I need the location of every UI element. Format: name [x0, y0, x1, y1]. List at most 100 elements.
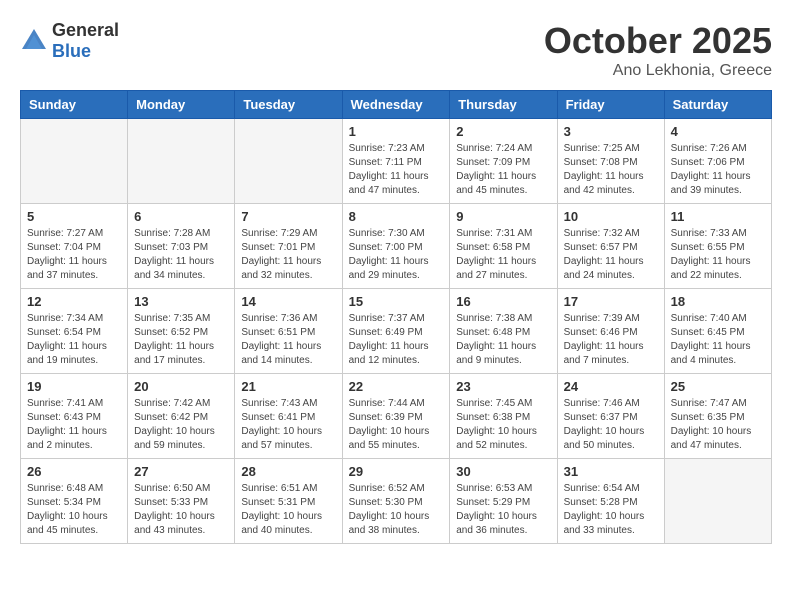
- calendar-day-cell: 8 Sunrise: 7:30 AM Sunset: 7:00 PM Daylig…: [342, 204, 450, 289]
- day-info: Sunrise: 7:36 AM Sunset: 6:51 PM Dayligh…: [241, 312, 335, 368]
- calendar-day-cell: 30 Sunrise: 6:53 AM Sunset: 5:29 PM Dayli…: [450, 459, 557, 544]
- day-number: 6: [134, 209, 228, 224]
- day-info: Sunrise: 7:34 AM Sunset: 6:54 PM Dayligh…: [27, 312, 121, 368]
- calendar-day-cell: [664, 459, 771, 544]
- day-info: Sunrise: 7:33 AM Sunset: 6:55 PM Dayligh…: [671, 227, 765, 283]
- day-number: 21: [241, 379, 335, 394]
- calendar-day-cell: 5Sunrise: 7:27 AM Sunset: 7:04 PM Daylig…: [21, 204, 128, 289]
- calendar-week-row: 12 Sunrise: 7:34 AM Sunset: 6:54 PM Dayli…: [21, 289, 772, 374]
- day-number: 28: [241, 464, 335, 479]
- day-number: 18: [671, 294, 765, 309]
- calendar-day-cell: [235, 119, 342, 204]
- weekday-header: Wednesday: [342, 91, 450, 119]
- calendar-day-cell: 25 Sunrise: 7:47 AM Sunset: 6:35 PM Dayli…: [664, 374, 771, 459]
- weekday-header: Friday: [557, 91, 664, 119]
- day-number: 22: [349, 379, 444, 394]
- day-info: Sunrise: 7:41 AM Sunset: 6:43 PM Dayligh…: [27, 397, 121, 453]
- day-number: 15: [349, 294, 444, 309]
- day-number: 25: [671, 379, 765, 394]
- page-header: General Blue October 2025 Ano Lekhonia, …: [20, 20, 772, 80]
- calendar-week-row: 19 Sunrise: 7:41 AM Sunset: 6:43 PM Dayli…: [21, 374, 772, 459]
- calendar-day-cell: 22 Sunrise: 7:44 AM Sunset: 6:39 PM Dayli…: [342, 374, 450, 459]
- day-number: 17: [564, 294, 658, 309]
- day-number: 26: [27, 464, 121, 479]
- calendar-day-cell: [21, 119, 128, 204]
- day-info: Sunrise: 7:23 AM Sunset: 7:11 PM Dayligh…: [349, 142, 444, 198]
- calendar-day-cell: 13 Sunrise: 7:35 AM Sunset: 6:52 PM Dayli…: [128, 289, 235, 374]
- calendar-day-cell: 28 Sunrise: 6:51 AM Sunset: 5:31 PM Dayli…: [235, 459, 342, 544]
- day-info: Sunrise: 7:31 AM Sunset: 6:58 PM Dayligh…: [456, 227, 550, 283]
- day-info: Sunrise: 7:30 AM Sunset: 7:00 PM Dayligh…: [349, 227, 444, 283]
- logo-icon: [20, 27, 48, 55]
- day-number: 8: [349, 209, 444, 224]
- day-number: 9: [456, 209, 550, 224]
- day-number: 30: [456, 464, 550, 479]
- calendar-day-cell: 7Sunrise: 7:29 AM Sunset: 7:01 PM Daylig…: [235, 204, 342, 289]
- calendar-day-cell: 24 Sunrise: 7:46 AM Sunset: 6:37 PM Dayli…: [557, 374, 664, 459]
- calendar-day-cell: 6Sunrise: 7:28 AM Sunset: 7:03 PM Daylig…: [128, 204, 235, 289]
- day-info: Sunrise: 6:51 AM Sunset: 5:31 PM Dayligh…: [241, 482, 335, 538]
- calendar-week-row: 26 Sunrise: 6:48 AM Sunset: 5:34 PM Dayli…: [21, 459, 772, 544]
- logo-text: General Blue: [52, 20, 119, 62]
- day-number: 5: [27, 209, 121, 224]
- day-number: 14: [241, 294, 335, 309]
- day-number: 23: [456, 379, 550, 394]
- title-block: October 2025 Ano Lekhonia, Greece: [544, 20, 772, 80]
- day-number: 29: [349, 464, 444, 479]
- weekday-header: Monday: [128, 91, 235, 119]
- logo: General Blue: [20, 20, 119, 62]
- calendar-day-cell: 1 Sunrise: 7:23 AM Sunset: 7:11 PM Daylig…: [342, 119, 450, 204]
- calendar-day-cell: 16 Sunrise: 7:38 AM Sunset: 6:48 PM Dayli…: [450, 289, 557, 374]
- day-number: 13: [134, 294, 228, 309]
- day-number: 16: [456, 294, 550, 309]
- day-number: 12: [27, 294, 121, 309]
- day-number: 27: [134, 464, 228, 479]
- calendar-subtitle: Ano Lekhonia, Greece: [544, 62, 772, 80]
- day-info: Sunrise: 7:46 AM Sunset: 6:37 PM Dayligh…: [564, 397, 658, 453]
- day-number: 20: [134, 379, 228, 394]
- weekday-header: Sunday: [21, 91, 128, 119]
- day-number: 31: [564, 464, 658, 479]
- calendar-day-cell: 14 Sunrise: 7:36 AM Sunset: 6:51 PM Dayli…: [235, 289, 342, 374]
- calendar-day-cell: 12 Sunrise: 7:34 AM Sunset: 6:54 PM Dayli…: [21, 289, 128, 374]
- calendar-day-cell: 10Sunrise: 7:32 AM Sunset: 6:57 PM Dayli…: [557, 204, 664, 289]
- day-info: Sunrise: 7:42 AM Sunset: 6:42 PM Dayligh…: [134, 397, 228, 453]
- day-number: 3: [564, 124, 658, 139]
- day-info: Sunrise: 6:48 AM Sunset: 5:34 PM Dayligh…: [27, 482, 121, 538]
- day-number: 19: [27, 379, 121, 394]
- calendar-day-cell: 27Sunrise: 6:50 AM Sunset: 5:33 PM Dayli…: [128, 459, 235, 544]
- calendar-day-cell: 9 Sunrise: 7:31 AM Sunset: 6:58 PM Daylig…: [450, 204, 557, 289]
- calendar-day-cell: 19 Sunrise: 7:41 AM Sunset: 6:43 PM Dayli…: [21, 374, 128, 459]
- day-info: Sunrise: 7:25 AM Sunset: 7:08 PM Dayligh…: [564, 142, 658, 198]
- day-info: Sunrise: 7:45 AM Sunset: 6:38 PM Dayligh…: [456, 397, 550, 453]
- day-number: 24: [564, 379, 658, 394]
- calendar-day-cell: 17 Sunrise: 7:39 AM Sunset: 6:46 PM Dayli…: [557, 289, 664, 374]
- logo-general: General: [52, 20, 119, 40]
- day-info: Sunrise: 7:37 AM Sunset: 6:49 PM Dayligh…: [349, 312, 444, 368]
- day-info: Sunrise: 7:29 AM Sunset: 7:01 PM Dayligh…: [241, 227, 335, 283]
- calendar-day-cell: 4Sunrise: 7:26 AM Sunset: 7:06 PM Daylig…: [664, 119, 771, 204]
- calendar-day-cell: 3 Sunrise: 7:25 AM Sunset: 7:08 PM Daylig…: [557, 119, 664, 204]
- calendar-day-cell: 2 Sunrise: 7:24 AM Sunset: 7:09 PM Daylig…: [450, 119, 557, 204]
- weekday-header: Thursday: [450, 91, 557, 119]
- calendar-title: October 2025: [544, 20, 772, 62]
- day-info: Sunrise: 7:35 AM Sunset: 6:52 PM Dayligh…: [134, 312, 228, 368]
- day-info: Sunrise: 7:39 AM Sunset: 6:46 PM Dayligh…: [564, 312, 658, 368]
- calendar-week-row: 5Sunrise: 7:27 AM Sunset: 7:04 PM Daylig…: [21, 204, 772, 289]
- calendar-day-cell: 20 Sunrise: 7:42 AM Sunset: 6:42 PM Dayli…: [128, 374, 235, 459]
- day-info: Sunrise: 6:53 AM Sunset: 5:29 PM Dayligh…: [456, 482, 550, 538]
- calendar-day-cell: 23 Sunrise: 7:45 AM Sunset: 6:38 PM Dayli…: [450, 374, 557, 459]
- day-info: Sunrise: 6:54 AM Sunset: 5:28 PM Dayligh…: [564, 482, 658, 538]
- day-number: 2: [456, 124, 550, 139]
- calendar-table: SundayMondayTuesdayWednesdayThursdayFrid…: [20, 90, 772, 544]
- day-number: 10: [564, 209, 658, 224]
- calendar-day-cell: 31 Sunrise: 6:54 AM Sunset: 5:28 PM Dayli…: [557, 459, 664, 544]
- day-info: Sunrise: 7:44 AM Sunset: 6:39 PM Dayligh…: [349, 397, 444, 453]
- day-number: 1: [349, 124, 444, 139]
- day-info: Sunrise: 7:40 AM Sunset: 6:45 PM Dayligh…: [671, 312, 765, 368]
- day-info: Sunrise: 7:38 AM Sunset: 6:48 PM Dayligh…: [456, 312, 550, 368]
- day-info: Sunrise: 7:47 AM Sunset: 6:35 PM Dayligh…: [671, 397, 765, 453]
- calendar-day-cell: 15 Sunrise: 7:37 AM Sunset: 6:49 PM Dayli…: [342, 289, 450, 374]
- day-info: Sunrise: 7:24 AM Sunset: 7:09 PM Dayligh…: [456, 142, 550, 198]
- calendar-day-cell: 21Sunrise: 7:43 AM Sunset: 6:41 PM Dayli…: [235, 374, 342, 459]
